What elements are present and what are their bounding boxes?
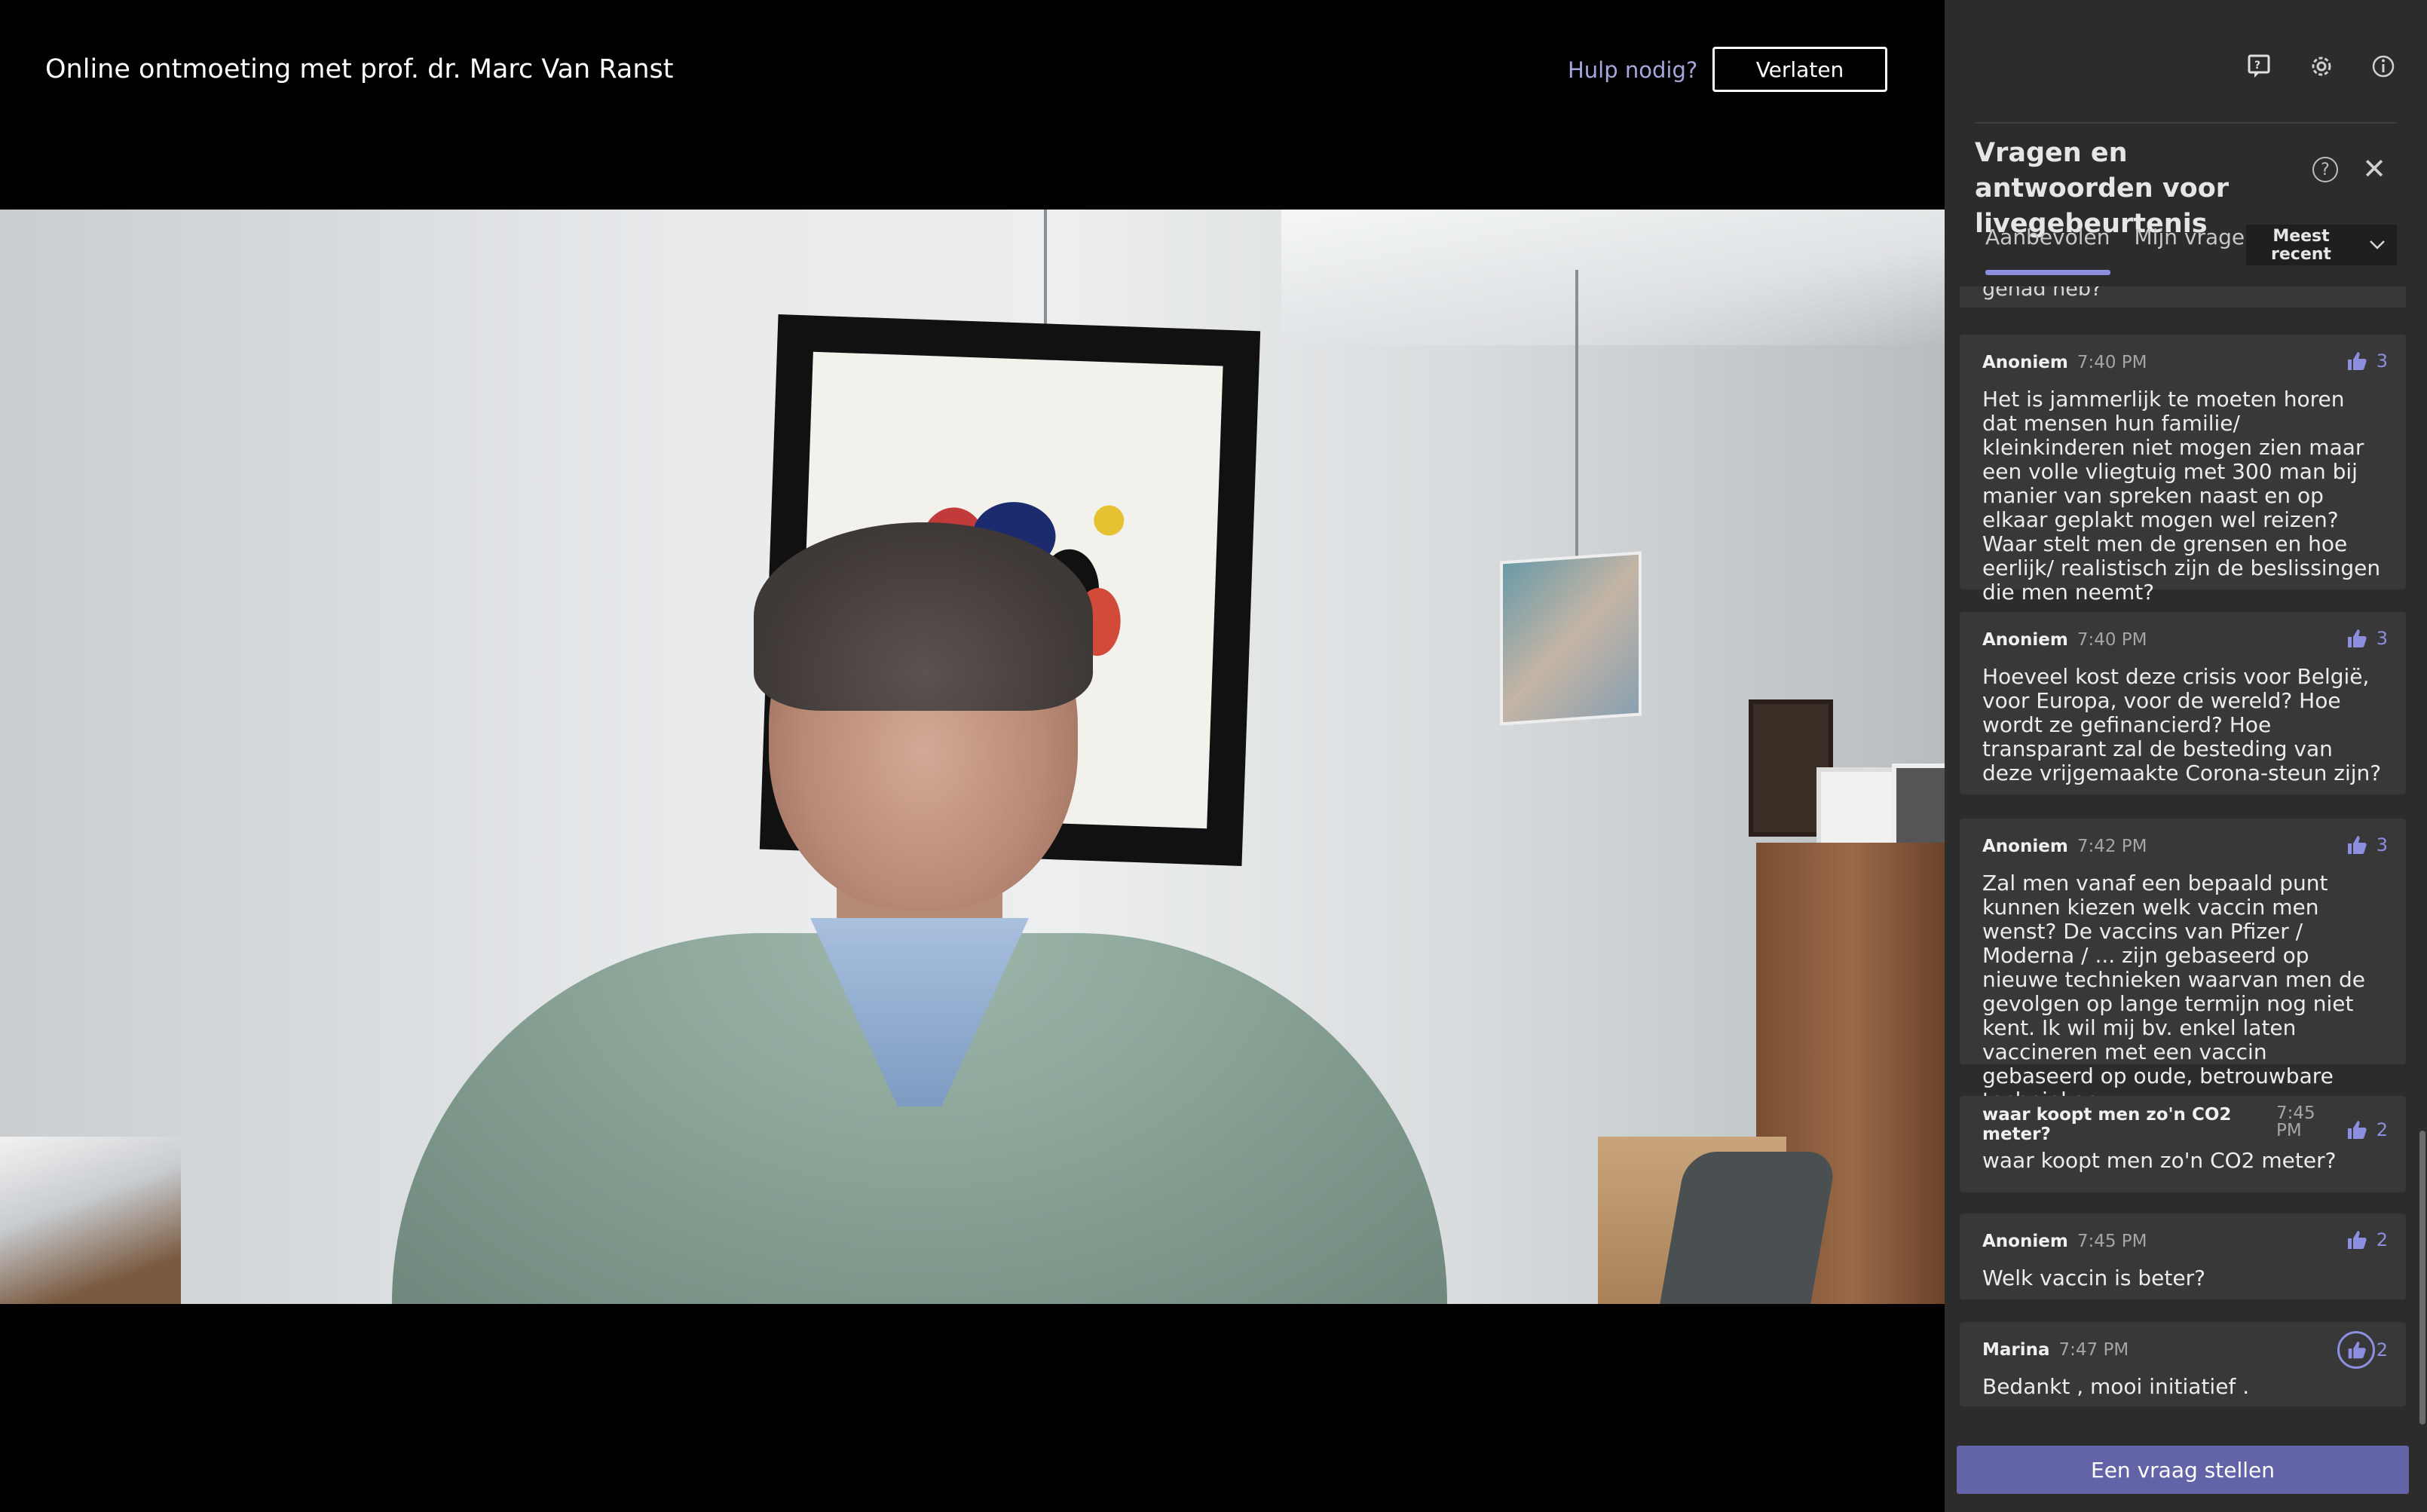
like-button[interactable]: 2 (2345, 1119, 2388, 1141)
question-time: 7:45 PM (2276, 1103, 2315, 1140)
tab-aanbevolen[interactable]: Aanbevolen (1985, 225, 2110, 275)
thumbs-up-icon (2347, 836, 2367, 854)
like-count: 2 (2376, 1229, 2388, 1250)
thumbs-up-icon (2347, 629, 2367, 647)
thumbs-up-icon (2347, 1121, 2367, 1139)
chevron-down-icon (2370, 240, 2385, 249)
question-text: waar koopt men zo'n CO2 meter? (1982, 1148, 2337, 1173)
question-text: Hoeveel kost deze crisis voor België, vo… (1982, 664, 2382, 785)
question-card: Anoniem 7:40 PM 3 Het is jammerlijk te mo… (1960, 335, 2406, 604)
info-icon[interactable] (2370, 53, 2397, 80)
question-text: Bedankt , mooi initiatief . (1982, 1374, 2250, 1399)
art-shape (1093, 504, 1125, 537)
like-count: 2 (2376, 1339, 2388, 1360)
video-stage: Online ontmoeting met prof. dr. Marc Van… (0, 0, 1945, 1512)
question-author: waar koopt men zo'n CO2 meter? (1982, 1105, 2232, 1144)
close-icon[interactable]: ✕ (2359, 152, 2389, 185)
like-button[interactable]: 3 (2345, 834, 2388, 856)
thumbs-up-icon (2347, 1231, 2367, 1249)
question-text: Zal men vanaf een bepaald punt kunnen ki… (1982, 871, 2365, 1113)
like-button[interactable]: 2 (2337, 1331, 2388, 1369)
qa-icon[interactable]: ? (2246, 53, 2273, 80)
speaker-hair (754, 522, 1093, 711)
ceiling (1281, 210, 1945, 345)
tab-mijn-vragen[interactable]: Mijn vragen (2135, 225, 2258, 260)
event-title: Online ontmoeting met prof. dr. Marc Van… (45, 54, 674, 84)
question-text: Welk vaccin is beter? (1982, 1266, 2205, 1290)
shelf-frame (1892, 764, 1945, 852)
thumbs-up-icon (2347, 352, 2367, 370)
help-icon[interactable]: ? (2312, 157, 2338, 182)
office-chair (1660, 1152, 1838, 1304)
video-feed (0, 210, 1945, 1304)
question-time: 7:40 PM (2077, 353, 2147, 372)
question-card: Marina 7:47 PM 2 Bedankt , mooi initiatie… (1960, 1322, 2406, 1406)
question-author: Anoniem (1982, 1232, 2068, 1251)
speaker (392, 522, 1447, 1304)
sort-label: Meest recent (2271, 227, 2331, 264)
like-button[interactable]: 3 (2345, 627, 2388, 650)
ask-question-button[interactable]: Een vraag stellen (1957, 1446, 2409, 1494)
photo-wire (1575, 270, 1578, 556)
question-card: Anoniem 7:40 PM 3 Hoeveel kost deze crisi… (1960, 612, 2406, 794)
question-author: Anoniem (1982, 837, 2068, 856)
sort-dropdown[interactable]: Meest recent (2246, 225, 2397, 265)
event-header: Online ontmoeting met prof. dr. Marc Van… (0, 0, 1945, 143)
panel-toolbar: ? (2246, 53, 2397, 80)
question-card: Anoniem 7:45 PM 2 Welk vaccin is beter? (1960, 1214, 2406, 1299)
thumbs-up-icon (2337, 1331, 2375, 1369)
question-time: 7:42 PM (2077, 837, 2147, 856)
like-button[interactable]: 2 (2345, 1229, 2388, 1251)
question-card: waar koopt men zo'n CO2 meter? 7:45 PM 2 … (1960, 1096, 2406, 1192)
panel-divider (1975, 122, 2397, 124)
gear-icon[interactable] (2308, 53, 2335, 80)
question-list[interactable]: gehad heb? Anoniem 7:40 PM 3 Het is jamme… (1960, 286, 2406, 1409)
like-count: 3 (2376, 628, 2388, 649)
like-button[interactable]: 3 (2345, 350, 2388, 372)
desk-papers (0, 1137, 181, 1304)
like-count: 2 (2376, 1119, 2388, 1140)
question-text: Het is jammerlijk te moeten horen dat me… (1982, 387, 2381, 604)
leave-button[interactable]: Verlaten (1712, 47, 1887, 92)
question-card-cutoff: gehad heb? (1960, 286, 2406, 308)
question-time: 7:47 PM (2058, 1340, 2129, 1360)
question-time: 7:40 PM (2077, 630, 2147, 650)
question-time: 7:45 PM (2077, 1232, 2147, 1251)
hanging-photo (1500, 551, 1642, 726)
question-author: Anoniem (1982, 630, 2068, 650)
question-card: Anoniem 7:42 PM 3 Zal men vanaf een bepaa… (1960, 819, 2406, 1113)
like-count: 3 (2376, 834, 2388, 855)
question-text: gehad heb? (1982, 286, 2102, 301)
question-author: Anoniem (1982, 353, 2068, 372)
question-list-scrollbar[interactable] (2419, 1131, 2425, 1425)
help-link[interactable]: Hulp nodig? (1568, 57, 1697, 83)
shelf-frame (1816, 767, 1897, 852)
qa-tabs: Aanbevolen Mijn vragen (1985, 225, 2258, 275)
like-count: 3 (2376, 350, 2388, 372)
question-author: Marina (1982, 1340, 2050, 1360)
svg-text:?: ? (2254, 60, 2260, 72)
